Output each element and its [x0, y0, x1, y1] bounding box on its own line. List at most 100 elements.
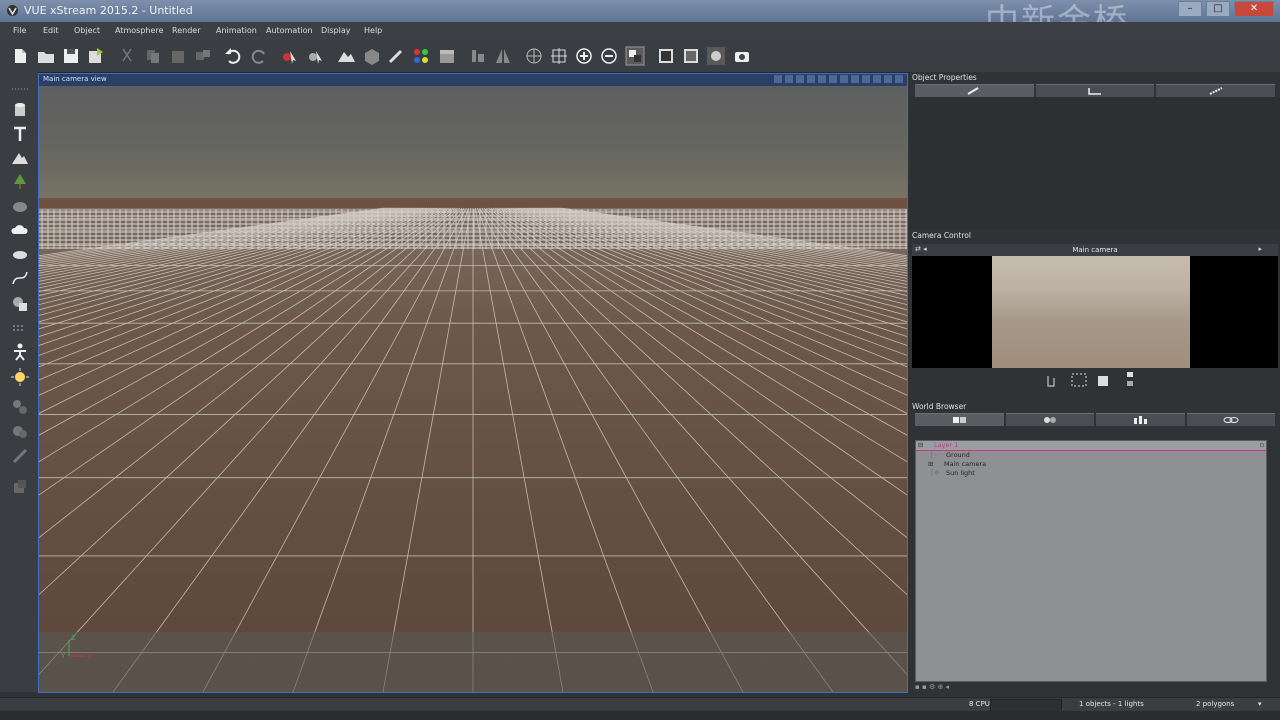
tab-objects[interactable]: [915, 413, 1004, 426]
group-icon[interactable]: [10, 397, 30, 417]
tab-numerics[interactable]: [1035, 84, 1155, 97]
list-item[interactable]: ┊·· Ground: [916, 451, 1266, 460]
viewport-option-icon[interactable]: [884, 75, 892, 83]
layout-toggle-icon[interactable]: [625, 46, 645, 66]
viewport-option-icon[interactable]: [840, 75, 848, 83]
mountain-icon[interactable]: [10, 148, 30, 168]
plant-icon[interactable]: [10, 244, 30, 264]
world-browser-tools-icon[interactable]: ▪ ▪ ⚙ ⊕ ◂: [915, 683, 949, 691]
frame-icon[interactable]: [549, 46, 569, 66]
maximize-button[interactable]: □: [1206, 1, 1230, 17]
character-icon[interactable]: [10, 342, 30, 362]
boolean-icon[interactable]: [10, 294, 30, 314]
metablob-icon[interactable]: [10, 422, 30, 442]
menu-object[interactable]: Object: [74, 26, 100, 35]
tree-icon[interactable]: [10, 172, 30, 192]
viewport-option-icon[interactable]: [851, 75, 859, 83]
four-view-icon[interactable]: [681, 46, 701, 66]
menu-help[interactable]: Help: [364, 26, 382, 35]
align-icon[interactable]: [468, 46, 488, 66]
next-camera-icon[interactable]: ▸: [1258, 245, 1262, 253]
tab-animation[interactable]: [1156, 84, 1276, 97]
viewport-option-icon[interactable]: [895, 75, 903, 83]
list-item[interactable]: ⊟ Layer 1 ▫: [916, 441, 1266, 451]
axis-label-x: X: [87, 653, 92, 661]
main-camera-viewport[interactable]: Main camera view Z Y X: [38, 73, 908, 693]
camera-control-title: Camera Control: [912, 231, 971, 240]
sun-light-label: Sun light: [946, 469, 975, 477]
render-preview-icon[interactable]: [706, 46, 726, 66]
tab-bitmaps[interactable]: [1096, 413, 1185, 426]
cloud-icon[interactable]: [10, 220, 30, 240]
select-icon[interactable]: [279, 46, 299, 66]
import-object-icon[interactable]: [10, 477, 30, 497]
viewport-option-icon[interactable]: [796, 75, 804, 83]
object-properties-body: [910, 97, 1280, 229]
duplicate-icon[interactable]: [193, 46, 213, 66]
viewport-option-icon[interactable]: [873, 75, 881, 83]
zoom-frame-icon[interactable]: [1071, 373, 1087, 387]
expand-icon[interactable]: ⊞: [928, 460, 933, 468]
expand-icon[interactable]: ⊟: [918, 441, 923, 449]
menu-atmosphere[interactable]: Atmosphere: [115, 26, 163, 35]
minimize-button[interactable]: –: [1178, 1, 1202, 17]
menu-render[interactable]: Render: [172, 26, 200, 35]
tab-links[interactable]: [1186, 413, 1275, 426]
text-tool-icon[interactable]: [10, 124, 30, 144]
undo-icon[interactable]: [223, 46, 243, 66]
pan-hand-icon[interactable]: [1047, 376, 1055, 387]
camera-preview[interactable]: [912, 256, 1278, 368]
lock-icon[interactable]: [1127, 372, 1133, 386]
title-bar: VUE xStream 2015.2 - Untitled 中新金桥 – □ ✕: [0, 0, 1280, 42]
viewport-option-icon[interactable]: [774, 75, 782, 83]
light-icon[interactable]: [10, 367, 30, 387]
menu-automation[interactable]: Automation: [266, 26, 313, 35]
layer-visibility-icon[interactable]: ▫: [1260, 441, 1264, 449]
cut-icon[interactable]: [117, 46, 137, 66]
wind-icon[interactable]: [10, 318, 30, 338]
menu-file[interactable]: File: [13, 26, 26, 35]
clapper-icon[interactable]: [437, 46, 457, 66]
list-item[interactable]: ⊞ Main camera: [916, 460, 1266, 469]
menu-edit[interactable]: Edit: [43, 26, 59, 35]
link-icon[interactable]: [10, 446, 30, 466]
globe-icon[interactable]: [524, 46, 544, 66]
viewport-title: Main camera view: [43, 75, 107, 83]
list-item[interactable]: ┊☼ Sun light: [916, 469, 1266, 478]
rotate-camera-icon[interactable]: [1098, 376, 1108, 386]
tab-materials[interactable]: [1005, 413, 1094, 426]
paste-icon[interactable]: [168, 46, 188, 66]
rock-icon[interactable]: [10, 196, 30, 216]
status-dropdown-icon[interactable]: ▾: [1258, 700, 1262, 708]
materials-icon[interactable]: [411, 46, 431, 66]
menu-animation[interactable]: Animation: [216, 26, 257, 35]
spline-icon[interactable]: [10, 268, 30, 288]
camera-icon[interactable]: [732, 46, 752, 66]
viewport-option-icon[interactable]: [818, 75, 826, 83]
close-button[interactable]: ✕: [1234, 1, 1274, 17]
drag-select-icon[interactable]: [305, 46, 325, 66]
single-view-icon[interactable]: [656, 46, 676, 66]
world-browser: World Browser ⊟ Layer 1 ▫ ┊·· Ground ⊞ M…: [910, 402, 1280, 697]
terrain-icon[interactable]: [336, 46, 356, 66]
redo-icon[interactable]: [249, 46, 269, 66]
viewport-option-icon[interactable]: [785, 75, 793, 83]
viewport-option-icon[interactable]: [807, 75, 815, 83]
viewport-option-icon[interactable]: [829, 75, 837, 83]
mirror-icon[interactable]: [493, 46, 513, 66]
menu-display[interactable]: Display: [321, 26, 351, 35]
cylinder-icon[interactable]: [10, 100, 30, 120]
save-as-icon[interactable]: [86, 46, 106, 66]
zoom-out-icon[interactable]: [599, 46, 619, 66]
new-file-icon[interactable]: [10, 46, 30, 66]
cube-icon[interactable]: [362, 46, 382, 66]
polygon-count: 2 polygons: [1196, 700, 1235, 708]
tab-aspect[interactable]: [915, 84, 1034, 97]
viewport-option-icon[interactable]: [862, 75, 870, 83]
save-icon[interactable]: [61, 46, 81, 66]
zoom-in-icon[interactable]: [574, 46, 594, 66]
brush-icon[interactable]: [386, 46, 406, 66]
cpu-count: 8 CPU: [969, 700, 990, 708]
copy-icon[interactable]: [143, 46, 163, 66]
open-folder-icon[interactable]: [36, 46, 56, 66]
